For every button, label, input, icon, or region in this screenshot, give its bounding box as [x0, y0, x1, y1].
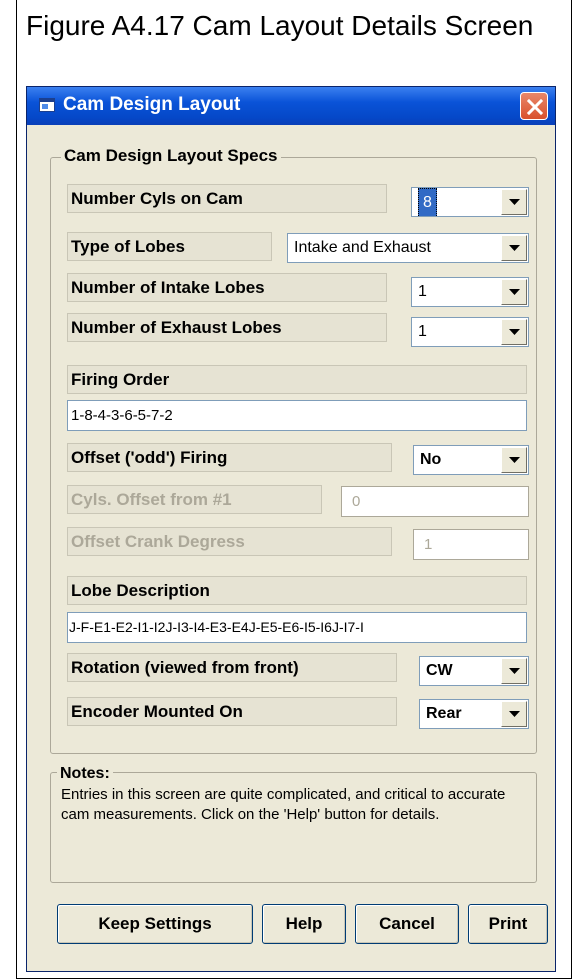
print-button[interactable]: Print [468, 904, 548, 944]
group-title: Cam Design Layout Specs [61, 146, 281, 166]
close-icon [527, 99, 543, 115]
rotation-value: CW [426, 662, 453, 679]
lobe-type-value: Intake and Exhaust [294, 239, 431, 256]
cyls-offset-label: Cyls. Offset from #1 [67, 485, 322, 514]
num-cyls-select[interactable]: 8 [411, 187, 529, 217]
rotation-dropdown-button[interactable] [501, 658, 527, 684]
intake-lobes-label: Number of Intake Lobes [67, 273, 387, 302]
lobe-type-dropdown-button[interactable] [501, 235, 527, 261]
offset-firing-value: No [420, 451, 442, 468]
notes-text: Entries in this screen are quite complic… [61, 786, 506, 823]
app-window-icon [39, 98, 55, 112]
exhaust-lobes-select[interactable]: 1 [411, 317, 529, 347]
encoder-label: Encoder Mounted On [67, 697, 397, 726]
chevron-down-icon [509, 329, 520, 335]
offset-crank-label: Offset Crank Degress [67, 527, 392, 556]
chevron-down-icon [509, 668, 520, 674]
cancel-button[interactable]: Cancel [355, 904, 459, 944]
cyls-offset-input[interactable]: 0 [341, 486, 529, 517]
exhaust-lobes-value: 1 [418, 323, 427, 340]
chevron-down-icon [509, 457, 520, 463]
help-button[interactable]: Help [262, 904, 346, 944]
firing-order-label: Firing Order [67, 365, 527, 394]
exhaust-lobes-dropdown-button[interactable] [501, 319, 527, 345]
window-title: Cam Design Layout [63, 94, 241, 115]
close-button[interactable] [520, 92, 548, 120]
lobe-type-select[interactable]: Intake and Exhaust [287, 233, 529, 263]
num-cyls-label: Number Cyls on Cam [67, 184, 387, 213]
notes-title: Notes: [57, 765, 113, 783]
offset-firing-dropdown-button[interactable] [501, 447, 527, 473]
rotation-label: Rotation (viewed from front) [67, 653, 397, 682]
intake-lobes-dropdown-button[interactable] [501, 279, 527, 305]
offset-firing-select[interactable]: No [413, 445, 529, 475]
rotation-select[interactable]: CW [419, 656, 529, 686]
encoder-dropdown-button[interactable] [501, 701, 527, 727]
firing-order-input[interactable]: 1-8-4-3-6-5-7-2 [67, 400, 527, 431]
cam-design-layout-window: Cam Design Layout Cam Design Layout Spec… [26, 86, 556, 972]
lobe-description-input[interactable]: J-F-E1-E2-I1-I2J-I3-I4-E3-E4J-E5-E6-I5-I… [67, 612, 527, 643]
intake-lobes-select[interactable]: 1 [411, 277, 529, 307]
offset-firing-label: Offset ('odd') Firing [67, 443, 392, 472]
chevron-down-icon [509, 289, 520, 295]
encoder-value: Rear [426, 705, 462, 722]
offset-crank-input[interactable]: 1 [413, 529, 529, 560]
lobe-type-label: Type of Lobes [67, 232, 272, 261]
lobe-description-label: Lobe Description [67, 576, 527, 605]
chevron-down-icon [509, 711, 520, 717]
intake-lobes-value: 1 [418, 283, 427, 300]
encoder-select[interactable]: Rear [419, 699, 529, 729]
num-cyls-value: 8 [418, 188, 437, 216]
num-cyls-dropdown-button[interactable] [501, 189, 527, 215]
figure-caption: Figure A4.17 Cam Layout Details Screen [26, 10, 534, 41]
keep-settings-button[interactable]: Keep Settings [57, 904, 253, 944]
exhaust-lobes-label: Number of Exhaust Lobes [67, 313, 387, 342]
chevron-down-icon [509, 199, 520, 205]
chevron-down-icon [509, 245, 520, 251]
title-bar[interactable]: Cam Design Layout [27, 87, 555, 125]
